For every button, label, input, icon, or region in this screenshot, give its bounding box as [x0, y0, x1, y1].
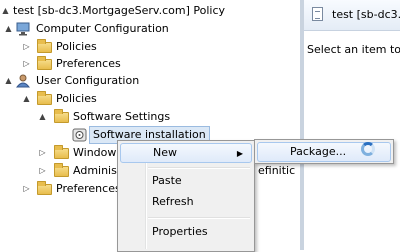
submenu-arrow-icon: ▶ [236, 149, 243, 158]
folder-icon [37, 181, 52, 195]
collapse-arrow-icon[interactable]: ▲ [4, 72, 13, 90]
software-installation-icon [72, 128, 87, 142]
collapse-arrow-icon[interactable]: ▲ [22, 90, 31, 108]
folder-icon [54, 163, 69, 177]
tree-item-cc-policies[interactable]: ▷ Policies [0, 38, 300, 56]
expand-arrow-icon[interactable]: ▷ [22, 180, 31, 198]
tree-item-computer-configuration[interactable]: ▲ Computer Configuration [0, 20, 300, 38]
menu-item-refresh[interactable]: Refresh [120, 192, 252, 212]
folder-icon [37, 91, 52, 105]
tree-item-label: Adminis [73, 164, 117, 177]
document-icon [312, 7, 323, 21]
menu-item-label: Refresh [152, 195, 194, 208]
context-menu: New ▶ Paste Refresh Properties [117, 140, 255, 252]
menu-separator [148, 217, 250, 219]
details-header: test [sb-dc3. [304, 0, 400, 31]
menu-separator [148, 167, 250, 169]
menu-item-paste[interactable]: Paste [120, 171, 252, 191]
expand-arrow-icon[interactable]: ▷ [38, 162, 47, 180]
menu-item-label: Properties [152, 225, 208, 238]
folder-icon [54, 145, 69, 159]
tree-item-label: Preferences [56, 182, 121, 195]
tree-item-cc-preferences[interactable]: ▷ Preferences [0, 55, 300, 73]
menu-item-new[interactable]: New ▶ [120, 143, 252, 163]
expand-arrow-icon[interactable]: ▷ [22, 38, 31, 56]
tree-item-root[interactable]: ▲ test [sb-dc3.MortgageServ.com] Policy [0, 2, 300, 20]
collapse-arrow-icon[interactable]: ▲ [1, 2, 10, 20]
details-title: test [sb-dc3. [332, 8, 400, 21]
computer-icon [16, 22, 30, 36]
collapse-arrow-icon[interactable]: ▲ [4, 20, 13, 38]
expand-arrow-icon[interactable]: ▷ [22, 55, 31, 73]
tree-item-label: test [sb-dc3.MortgageServ.com] Policy [13, 4, 225, 17]
new-submenu: Package... [254, 139, 394, 164]
tree-item-label: Software Settings [73, 110, 171, 123]
tree-item-label: Policies [56, 92, 97, 105]
folder-icon [37, 56, 52, 70]
details-pane: test [sb-dc3. Select an item to v [304, 0, 400, 250]
collapse-arrow-icon[interactable]: ▲ [38, 108, 47, 126]
folder-icon [37, 39, 52, 53]
folder-icon [54, 109, 69, 123]
menu-item-label: Package... [290, 145, 347, 158]
menu-item-label: New [153, 146, 177, 159]
tree-item-label-overflow: efinitic [258, 164, 296, 177]
tree-item-user-configuration[interactable]: ▲ User Configuration [0, 72, 300, 90]
expand-arrow-icon[interactable]: ▷ [38, 144, 47, 162]
busy-cursor-icon [361, 142, 375, 156]
tree-item-label: Window [73, 146, 117, 159]
user-icon [16, 74, 31, 88]
tree-item-label: Preferences [56, 57, 121, 70]
tree-item-label: Computer Configuration [36, 22, 169, 35]
tree-item-software-settings[interactable]: ▲ Software Settings [0, 108, 300, 126]
tree-item-label: User Configuration [36, 74, 140, 87]
tree-item-label: Policies [56, 40, 97, 53]
menu-item-label: Paste [152, 174, 182, 187]
details-message: Select an item to v [307, 43, 400, 56]
menu-item-properties[interactable]: Properties [120, 222, 252, 242]
tree-item-uc-policies[interactable]: ▲ Policies [0, 90, 300, 108]
